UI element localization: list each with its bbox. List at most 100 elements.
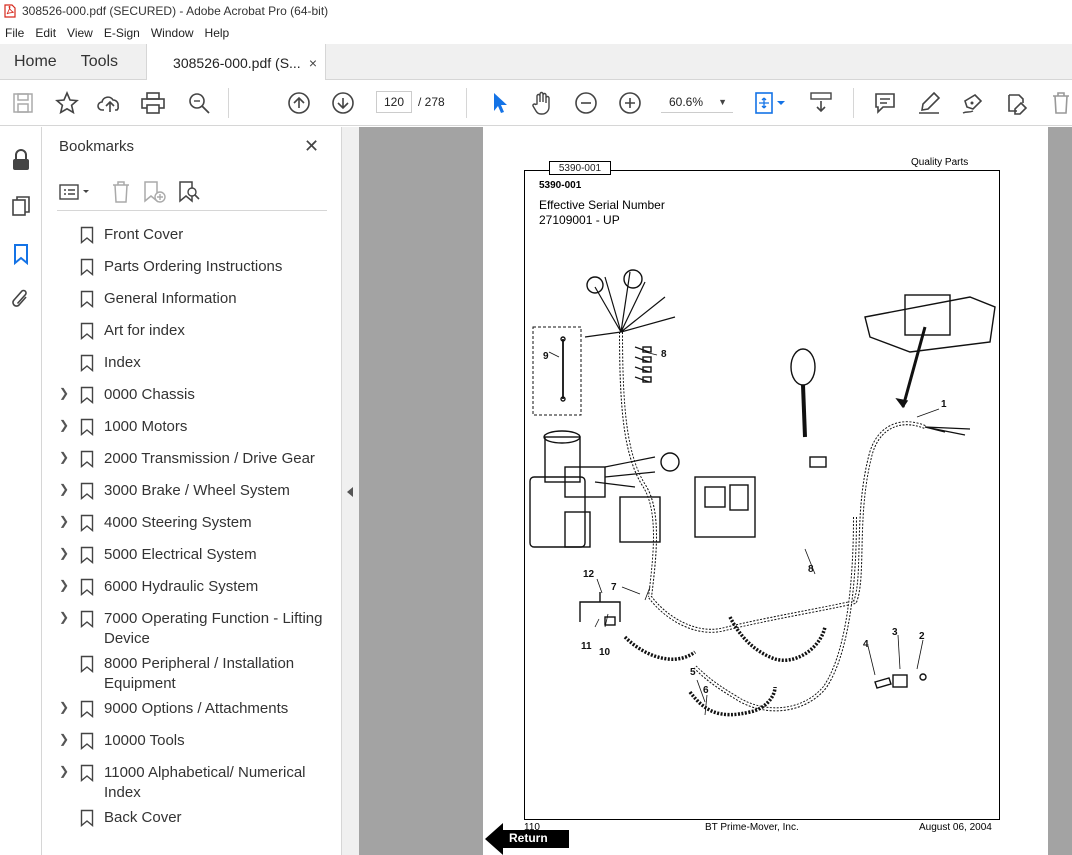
bookmark-panel-icon[interactable]	[9, 242, 33, 266]
zoom-level-value: 60.6%	[669, 95, 704, 109]
bookmark-label: 7000 Operating Function - Lifting Device	[104, 610, 323, 647]
collapse-panel-arrow-icon[interactable]	[347, 487, 353, 497]
bookmark-item[interactable]: ❯ 4000 Steering System	[43, 508, 341, 540]
toolbar-divider	[853, 88, 854, 118]
print-icon[interactable]	[140, 90, 166, 116]
bookmark-item[interactable]: ❯ 5000 Electrical System	[43, 540, 341, 572]
bookmark-item[interactable]: Back Cover	[43, 803, 341, 835]
chevron-right-icon[interactable]: ❯	[55, 758, 73, 778]
new-bookmark-icon[interactable]	[143, 181, 167, 203]
page-number-input[interactable]: 120	[376, 91, 412, 113]
close-tab-icon[interactable]: ×	[309, 55, 317, 71]
menu-view[interactable]: View	[62, 26, 99, 40]
sign-pen-icon[interactable]	[960, 90, 986, 116]
window-title: 308526-000.pdf (SECURED) - Adobe Acrobat…	[22, 4, 329, 18]
bookmark-item[interactable]: ❯ 0000 Chassis	[43, 380, 341, 412]
chevron-right-icon[interactable]: ❯	[55, 726, 73, 746]
bookmark-icon	[80, 354, 94, 372]
next-page-icon[interactable]	[330, 90, 356, 116]
bookmark-icon	[80, 700, 94, 718]
save-icon[interactable]	[10, 90, 36, 116]
chevron-right-icon[interactable]: ❯	[55, 540, 73, 560]
toolbar: 120 / 278 60.6% ▼	[0, 80, 1072, 126]
bookmark-item[interactable]: Art for index	[43, 316, 341, 348]
bookmark-item[interactable]: ❯ 9000 Options / Attachments	[43, 694, 341, 726]
bookmark-item[interactable]: Parts Ordering Instructions	[43, 252, 341, 284]
delete-icon[interactable]	[1048, 90, 1072, 116]
zoom-level-select[interactable]: 60.6% ▼	[661, 91, 733, 113]
bookmark-item[interactable]: ❯ 7000 Operating Function - Lifting Devic…	[43, 604, 341, 649]
chevron-right-icon[interactable]: ❯	[55, 476, 73, 496]
hand-tool-icon[interactable]	[529, 90, 555, 116]
tab-home[interactable]: Home	[0, 44, 71, 79]
menu-file[interactable]: File	[0, 26, 30, 40]
callout-11: 11	[581, 641, 592, 652]
scroll-mode-icon[interactable]	[808, 90, 834, 116]
bookmark-item[interactable]: ❯ 3000 Brake / Wheel System	[43, 476, 341, 508]
callout-12: 12	[583, 569, 595, 580]
bookmark-spacer	[55, 252, 73, 258]
bookmark-icon	[80, 732, 94, 750]
attachment-icon[interactable]	[9, 287, 33, 311]
bookmark-item[interactable]: ❯ 6000 Hydraulic System	[43, 572, 341, 604]
return-button[interactable]: Return	[485, 823, 569, 855]
chevron-right-icon[interactable]: ❯	[55, 694, 73, 714]
pages-thumbnails-icon[interactable]	[9, 194, 33, 218]
bookmark-spacer	[55, 316, 73, 322]
highlight-pen-icon[interactable]	[916, 90, 942, 116]
bookmark-icon	[80, 418, 94, 436]
title-bar: 308526-000.pdf (SECURED) - Adobe Acrobat…	[0, 0, 1072, 22]
chevron-right-icon[interactable]: ❯	[55, 444, 73, 464]
acrobat-icon	[4, 4, 16, 18]
close-panel-icon[interactable]: ✕	[304, 136, 319, 157]
tab-tools[interactable]: Tools	[71, 44, 132, 79]
bookmark-item[interactable]: Index	[43, 348, 341, 380]
chevron-down-icon: ▼	[718, 97, 727, 107]
bookmark-item[interactable]: ❯ 1000 Motors	[43, 412, 341, 444]
fit-page-icon[interactable]	[752, 90, 788, 116]
bookmark-icon	[80, 290, 94, 308]
previous-page-icon[interactable]	[286, 90, 312, 116]
bookmark-icon	[80, 578, 94, 596]
lock-icon[interactable]	[9, 148, 33, 172]
bookmark-label: Parts Ordering Instructions	[104, 258, 283, 275]
panel-splitter[interactable]	[341, 127, 359, 855]
bookmark-icon	[80, 514, 94, 532]
bookmark-item[interactable]: ❯ 2000 Transmission / Drive Gear	[43, 444, 341, 476]
bookmark-spacer	[55, 348, 73, 354]
bookmark-item[interactable]: ❯ 10000 Tools	[43, 726, 341, 758]
menu-bar: File Edit View E-Sign Window Help	[0, 22, 1072, 44]
star-icon[interactable]	[54, 90, 80, 116]
menu-esign[interactable]: E-Sign	[99, 26, 146, 40]
find-bookmark-icon[interactable]	[178, 181, 200, 203]
tab-document[interactable]: 308526-000.pdf (S... ×	[146, 44, 327, 81]
zoom-out-icon[interactable]	[573, 90, 599, 116]
menu-help[interactable]: Help	[200, 26, 236, 40]
document-viewport[interactable]: Quality Parts 5390-001 5390-001 Effectiv…	[359, 127, 1072, 855]
upload-cloud-icon[interactable]	[97, 90, 123, 116]
chevron-right-icon[interactable]: ❯	[55, 572, 73, 592]
chevron-right-icon[interactable]: ❯	[55, 604, 73, 624]
zoom-in-icon[interactable]	[617, 90, 643, 116]
bookmark-item[interactable]: General Information	[43, 284, 341, 316]
callout-7: 7	[611, 582, 617, 593]
chevron-right-icon[interactable]: ❯	[55, 380, 73, 400]
bookmark-item[interactable]: Front Cover	[43, 220, 341, 252]
bookmark-label: 2000 Transmission / Drive Gear	[104, 450, 315, 467]
menu-edit[interactable]: Edit	[30, 26, 62, 40]
menu-window[interactable]: Window	[146, 26, 200, 40]
bookmark-label: 6000 Hydraulic System	[104, 578, 259, 595]
zoom-search-icon[interactable]	[186, 90, 212, 116]
serial-range: 27109001 - UP	[539, 213, 620, 227]
bookmark-item[interactable]: 8000 Peripheral / Installation Equipment	[43, 649, 341, 694]
bookmark-item[interactable]: ❯ 11000 Alphabetical/ Numerical Index	[43, 758, 341, 803]
bookmark-options-icon[interactable]	[59, 181, 91, 203]
delete-bookmark-icon[interactable]	[111, 181, 131, 203]
comment-icon[interactable]	[872, 90, 898, 116]
select-cursor-icon[interactable]	[486, 90, 512, 116]
callout-5: 5	[690, 667, 696, 678]
edit-pdf-icon[interactable]	[1004, 90, 1030, 116]
chevron-right-icon[interactable]: ❯	[55, 412, 73, 432]
chevron-right-icon[interactable]: ❯	[55, 508, 73, 528]
document-scroll-gutter[interactable]	[1048, 127, 1072, 855]
